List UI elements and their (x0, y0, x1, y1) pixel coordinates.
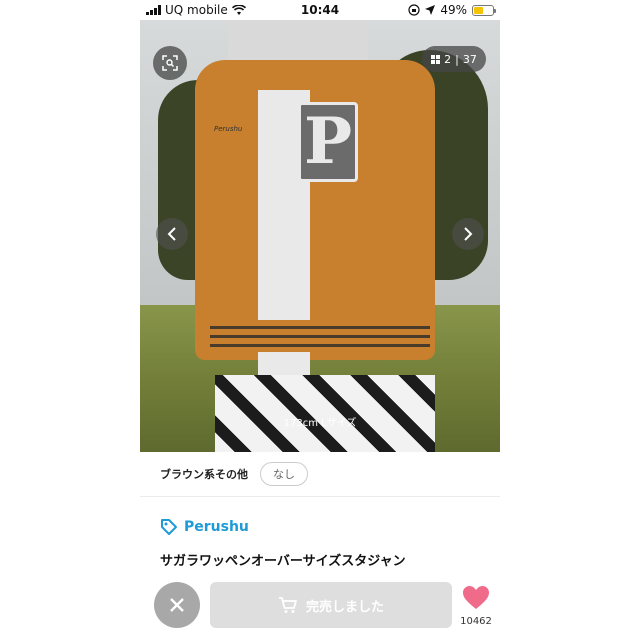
product-title: サガラワッペンオーバーサイズスタジャン (160, 554, 406, 569)
brand-link[interactable]: Perushu (160, 518, 249, 536)
jacket-brand-mark: Perushu (214, 125, 243, 133)
next-image-button[interactable] (452, 218, 484, 250)
cart-icon (278, 597, 297, 613)
battery-percent: 49% (440, 3, 467, 17)
close-button[interactable] (154, 582, 200, 628)
image-counter[interactable]: 2 | 37 (422, 46, 486, 72)
photo-caption: 173cm Lサイズ (283, 418, 357, 429)
sold-out-button[interactable]: 完売しました (210, 582, 452, 628)
like-button[interactable]: 10462 (458, 586, 494, 627)
product-photo[interactable]: P Perushu 2 | 37 173cm Lサイズ (140, 20, 500, 452)
color-chip[interactable]: なし (260, 462, 308, 486)
tag-icon (161, 519, 177, 535)
counter-current: 2 (444, 52, 452, 66)
brand-name: Perushu (184, 519, 249, 535)
chevron-left-icon (167, 227, 176, 241)
counter-total: 37 (462, 52, 477, 66)
color-label: ブラウン系その他 (160, 468, 248, 481)
chevron-right-icon (464, 227, 473, 241)
counter-separator: | (455, 52, 459, 66)
app-screen: UQ mobile 10:44 49% P Perushu 2 | 37 173… (140, 0, 500, 640)
status-bar: UQ mobile 10:44 49% (140, 0, 500, 20)
grid-icon (431, 54, 441, 64)
bottom-action-bar: 完売しました 10462 (140, 568, 500, 640)
lock-rotation-icon (408, 4, 420, 16)
battery-icon (472, 4, 496, 16)
battery-level (474, 6, 483, 14)
like-count: 10462 (460, 616, 492, 627)
zoom-button[interactable] (153, 46, 187, 80)
location-icon (425, 5, 436, 15)
heart-icon (463, 586, 489, 609)
status-right: 49% (408, 3, 496, 17)
sold-out-label: 完売しました (305, 599, 384, 615)
color-row: ブラウン系その他 なし (160, 462, 308, 486)
photo-jacket-hem (210, 320, 430, 352)
previous-image-button[interactable] (156, 218, 188, 250)
close-icon (170, 598, 184, 612)
letter-patch-logo: P (298, 102, 358, 182)
divider (140, 496, 500, 497)
zoom-icon (162, 55, 178, 71)
